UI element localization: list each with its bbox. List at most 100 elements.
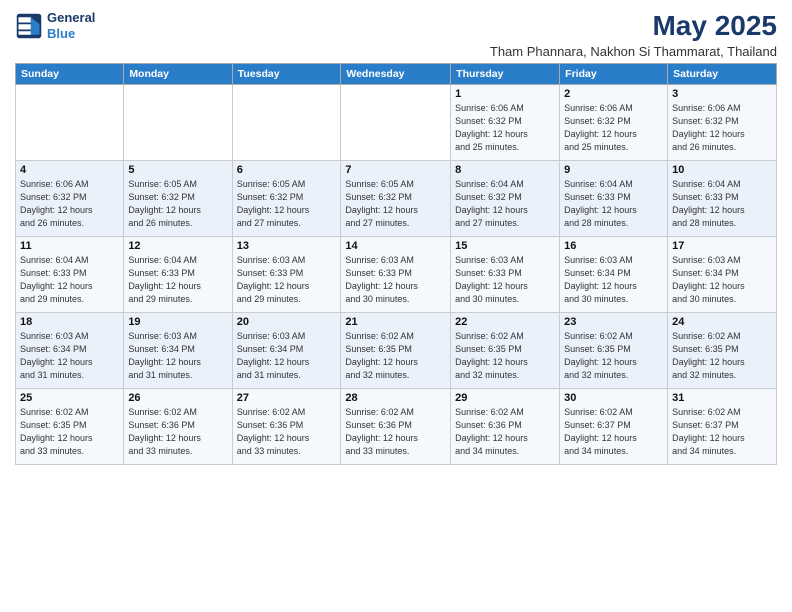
day-number: 21: [345, 316, 446, 328]
logo-general: General: [47, 10, 95, 25]
logo: General Blue: [15, 10, 95, 41]
calendar-cell: 2 Sunrise: 6:06 AM Sunset: 6:32 PM Daylig…: [560, 85, 668, 161]
day-info: Sunrise: 6:06 AM Sunset: 6:32 PM Dayligh…: [564, 102, 663, 154]
day-number: 9: [564, 164, 663, 176]
day-number: 18: [20, 316, 119, 328]
day-number: 22: [455, 316, 555, 328]
day-info: Sunrise: 6:03 AM Sunset: 6:34 PM Dayligh…: [237, 330, 337, 382]
logo-blue-text: Blue: [47, 26, 75, 41]
calendar-cell: 8 Sunrise: 6:04 AM Sunset: 6:32 PM Daylig…: [451, 161, 560, 237]
day-info: Sunrise: 6:04 AM Sunset: 6:33 PM Dayligh…: [128, 254, 227, 306]
calendar-cell: 18Sunrise: 6:03 AM Sunset: 6:34 PM Dayli…: [16, 313, 124, 389]
day-info: Sunrise: 6:05 AM Sunset: 6:32 PM Dayligh…: [237, 178, 337, 230]
calendar-cell: 14 Sunrise: 6:03 AM Sunset: 6:33 PM Dayli…: [341, 237, 451, 313]
day-info: Sunrise: 6:04 AM Sunset: 6:33 PM Dayligh…: [20, 254, 119, 306]
calendar-cell: 7 Sunrise: 6:05 AM Sunset: 6:32 PM Daylig…: [341, 161, 451, 237]
day-number: 12: [128, 240, 227, 252]
day-info: Sunrise: 6:06 AM Sunset: 6:32 PM Dayligh…: [672, 102, 772, 154]
day-info: Sunrise: 6:02 AM Sunset: 6:36 PM Dayligh…: [237, 406, 337, 458]
weekday-header-wednesday: Wednesday: [341, 64, 451, 85]
calendar-cell: 24Sunrise: 6:02 AM Sunset: 6:35 PM Dayli…: [668, 313, 777, 389]
day-number: 10: [672, 164, 772, 176]
day-info: Sunrise: 6:02 AM Sunset: 6:35 PM Dayligh…: [20, 406, 119, 458]
day-info: Sunrise: 6:02 AM Sunset: 6:35 PM Dayligh…: [564, 330, 663, 382]
day-number: 3: [672, 88, 772, 100]
calendar-cell: [341, 85, 451, 161]
main-title: May 2025: [490, 10, 777, 42]
day-number: 30: [564, 392, 663, 404]
calendar-cell: 11 Sunrise: 6:04 AM Sunset: 6:33 PM Dayli…: [16, 237, 124, 313]
day-info: Sunrise: 6:04 AM Sunset: 6:33 PM Dayligh…: [672, 178, 772, 230]
week-row-2: 4 Sunrise: 6:06 AM Sunset: 6:32 PM Daylig…: [16, 161, 777, 237]
day-number: 17: [672, 240, 772, 252]
calendar-cell: 16Sunrise: 6:03 AM Sunset: 6:34 PM Dayli…: [560, 237, 668, 313]
calendar-cell: 23 Sunrise: 6:02 AM Sunset: 6:35 PM Dayli…: [560, 313, 668, 389]
calendar-cell: 27 Sunrise: 6:02 AM Sunset: 6:36 PM Dayli…: [232, 389, 341, 465]
page: General Blue May 2025 Tham Phannara, Nak…: [0, 0, 792, 612]
day-info: Sunrise: 6:03 AM Sunset: 6:33 PM Dayligh…: [237, 254, 337, 306]
day-info: Sunrise: 6:05 AM Sunset: 6:32 PM Dayligh…: [345, 178, 446, 230]
day-info: Sunrise: 6:03 AM Sunset: 6:33 PM Dayligh…: [455, 254, 555, 306]
day-number: 26: [128, 392, 227, 404]
weekday-header-tuesday: Tuesday: [232, 64, 341, 85]
calendar-cell: 26Sunrise: 6:02 AM Sunset: 6:36 PM Dayli…: [124, 389, 232, 465]
day-info: Sunrise: 6:02 AM Sunset: 6:36 PM Dayligh…: [455, 406, 555, 458]
day-number: 5: [128, 164, 227, 176]
day-info: Sunrise: 6:03 AM Sunset: 6:34 PM Dayligh…: [672, 254, 772, 306]
day-number: 14: [345, 240, 446, 252]
day-info: Sunrise: 6:03 AM Sunset: 6:33 PM Dayligh…: [345, 254, 446, 306]
day-number: 13: [237, 240, 337, 252]
calendar-cell: 17 Sunrise: 6:03 AM Sunset: 6:34 PM Dayli…: [668, 237, 777, 313]
weekday-header-saturday: Saturday: [668, 64, 777, 85]
week-row-1: 1 Sunrise: 6:06 AM Sunset: 6:32 PM Daylig…: [16, 85, 777, 161]
calendar-cell: 15 Sunrise: 6:03 AM Sunset: 6:33 PM Dayli…: [451, 237, 560, 313]
sub-title: Tham Phannara, Nakhon Si Thammarat, Thai…: [490, 44, 777, 59]
day-info: Sunrise: 6:04 AM Sunset: 6:32 PM Dayligh…: [455, 178, 555, 230]
day-number: 2: [564, 88, 663, 100]
calendar-cell: 3 Sunrise: 6:06 AM Sunset: 6:32 PM Daylig…: [668, 85, 777, 161]
calendar-cell: [124, 85, 232, 161]
day-number: 28: [345, 392, 446, 404]
calendar-cell: 1 Sunrise: 6:06 AM Sunset: 6:32 PM Daylig…: [451, 85, 560, 161]
day-number: 7: [345, 164, 446, 176]
day-number: 20: [237, 316, 337, 328]
logo-text: General Blue: [47, 10, 95, 41]
day-info: Sunrise: 6:02 AM Sunset: 6:37 PM Dayligh…: [564, 406, 663, 458]
day-number: 8: [455, 164, 555, 176]
calendar-cell: [232, 85, 341, 161]
week-row-4: 18 Sunrise: 6:03 AM Sunset: 6:34 PM Dayli…: [16, 313, 777, 389]
calendar-cell: 4 Sunrise: 6:06 AM Sunset: 6:32 PM Daylig…: [16, 161, 124, 237]
day-number: 27: [237, 392, 337, 404]
calendar-cell: 29Sunrise: 6:02 AM Sunset: 6:36 PM Dayli…: [451, 389, 560, 465]
day-number: 15: [455, 240, 555, 252]
day-info: Sunrise: 6:06 AM Sunset: 6:32 PM Dayligh…: [20, 178, 119, 230]
header: General Blue May 2025 Tham Phannara, Nak…: [15, 10, 777, 59]
calendar-cell: 12 Sunrise: 6:04 AM Sunset: 6:33 PM Dayli…: [124, 237, 232, 313]
day-number: 16: [564, 240, 663, 252]
day-number: 25: [20, 392, 119, 404]
day-info: Sunrise: 6:03 AM Sunset: 6:34 PM Dayligh…: [128, 330, 227, 382]
day-info: Sunrise: 6:04 AM Sunset: 6:33 PM Dayligh…: [564, 178, 663, 230]
calendar-cell: 9 Sunrise: 6:04 AM Sunset: 6:33 PM Daylig…: [560, 161, 668, 237]
day-number: 31: [672, 392, 772, 404]
calendar-cell: 20 Sunrise: 6:03 AM Sunset: 6:34 PM Dayli…: [232, 313, 341, 389]
calendar-cell: 21Sunrise: 6:02 AM Sunset: 6:35 PM Dayli…: [341, 313, 451, 389]
day-number: 11: [20, 240, 119, 252]
calendar-cell: 13 Sunrise: 6:03 AM Sunset: 6:33 PM Dayli…: [232, 237, 341, 313]
calendar-cell: 31 Sunrise: 6:02 AM Sunset: 6:37 PM Dayli…: [668, 389, 777, 465]
day-number: 4: [20, 164, 119, 176]
calendar-cell: 25 Sunrise: 6:02 AM Sunset: 6:35 PM Dayli…: [16, 389, 124, 465]
week-row-3: 11 Sunrise: 6:04 AM Sunset: 6:33 PM Dayli…: [16, 237, 777, 313]
day-info: Sunrise: 6:06 AM Sunset: 6:32 PM Dayligh…: [455, 102, 555, 154]
day-number: 6: [237, 164, 337, 176]
day-number: 23: [564, 316, 663, 328]
calendar-cell: 22Sunrise: 6:02 AM Sunset: 6:35 PM Dayli…: [451, 313, 560, 389]
weekday-header-friday: Friday: [560, 64, 668, 85]
day-info: Sunrise: 6:02 AM Sunset: 6:37 PM Dayligh…: [672, 406, 772, 458]
weekday-header-monday: Monday: [124, 64, 232, 85]
week-row-5: 25 Sunrise: 6:02 AM Sunset: 6:35 PM Dayli…: [16, 389, 777, 465]
day-number: 1: [455, 88, 555, 100]
day-info: Sunrise: 6:02 AM Sunset: 6:35 PM Dayligh…: [672, 330, 772, 382]
weekday-header-thursday: Thursday: [451, 64, 560, 85]
logo-icon: [15, 12, 43, 40]
